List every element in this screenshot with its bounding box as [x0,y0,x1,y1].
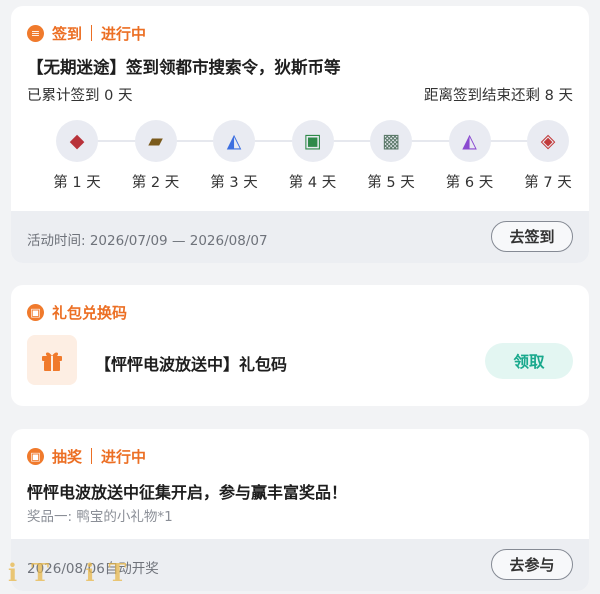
day-label: 第 3 天 [210,175,258,191]
checkin-section-title: 签到 [52,24,83,43]
lottery-status: 进行中 [101,447,147,466]
lottery-prize: 奖品一: 鸭宝的小礼物*1 [27,509,173,525]
checkin-card: ≡ 签到 进行中 【无期迷途】签到领都市搜索令，狄斯币等 已累计签到 0 天 距… [11,6,589,263]
header-divider [91,25,93,41]
red-ticket-icon: ◈ [527,120,569,162]
checkin-remaining: 距离签到结束还剩 8 天 [424,88,573,104]
green-crate-icon: ▣ [291,120,334,162]
lottery-header: ▣ 抽奖 进行中 [11,443,589,469]
gift-code-card: ▣ 礼包兑换码 【怦怦电波放送中】礼包码 领取 [11,285,589,406]
prize-icon: ▣ [27,447,44,465]
checkin-day: ◭ 第 3 天 [202,120,266,192]
join-button[interactable]: 去参与 [491,549,573,580]
day-label: 第 6 天 [445,175,494,191]
checkin-day: ▰ 第 2 天 [124,120,188,192]
checkin-count: 已累计签到 0 天 [27,88,133,104]
checkin-title: 【无期迷途】签到领都市搜索令，狄斯币等 [27,58,341,77]
checkin-status: 进行中 [101,24,147,43]
gift-section-title: 礼包兑换码 [52,303,128,322]
lottery-section-title: 抽奖 [52,447,83,466]
checkin-day: ▣ 第 4 天 [281,120,345,192]
purple-crystal-icon: ◭ [448,120,491,162]
blue-crystal-icon: ◭ [213,120,255,162]
day-label: 第 4 天 [288,175,337,191]
lottery-title: 怦怦电波放送中征集开启，参与赢丰富奖品！ [27,483,348,502]
checkin-header: ≡ 签到 进行中 [11,20,589,46]
gift-header: ▣ 礼包兑换码 [11,299,589,325]
checkin-day: ◈ 第 7 天 [516,120,580,192]
watermark-logo: iT iT [8,558,141,587]
checkin-day: ◆ 第 1 天 [45,120,109,192]
gold-chip-icon: ▰ [134,120,177,162]
list-icon: ≡ [27,24,44,42]
checkin-day: ◭ 第 6 天 [438,120,502,192]
day-label: 第 1 天 [53,175,101,191]
device-icon: ▩ [370,120,412,162]
checkin-day: ▩ 第 5 天 [359,120,423,192]
claim-button[interactable]: 领取 [485,343,573,379]
day-label: 第 7 天 [524,175,572,191]
activity-time: 活动时间: 2026/07/09 — 2026/08/07 [27,233,268,249]
red-crystal-icon: ◆ [56,120,98,162]
checkin-footer: 活动时间: 2026/07/09 — 2026/08/07 去签到 [11,211,589,263]
gift-small-icon: ▣ [27,303,44,321]
gift-icon [27,335,77,385]
checkin-button[interactable]: 去签到 [491,221,573,252]
gift-code-label: 【怦怦电波放送中】礼包码 [95,355,288,374]
day-label: 第 2 天 [131,175,180,191]
day-label: 第 5 天 [367,175,415,191]
header-divider [91,448,93,464]
